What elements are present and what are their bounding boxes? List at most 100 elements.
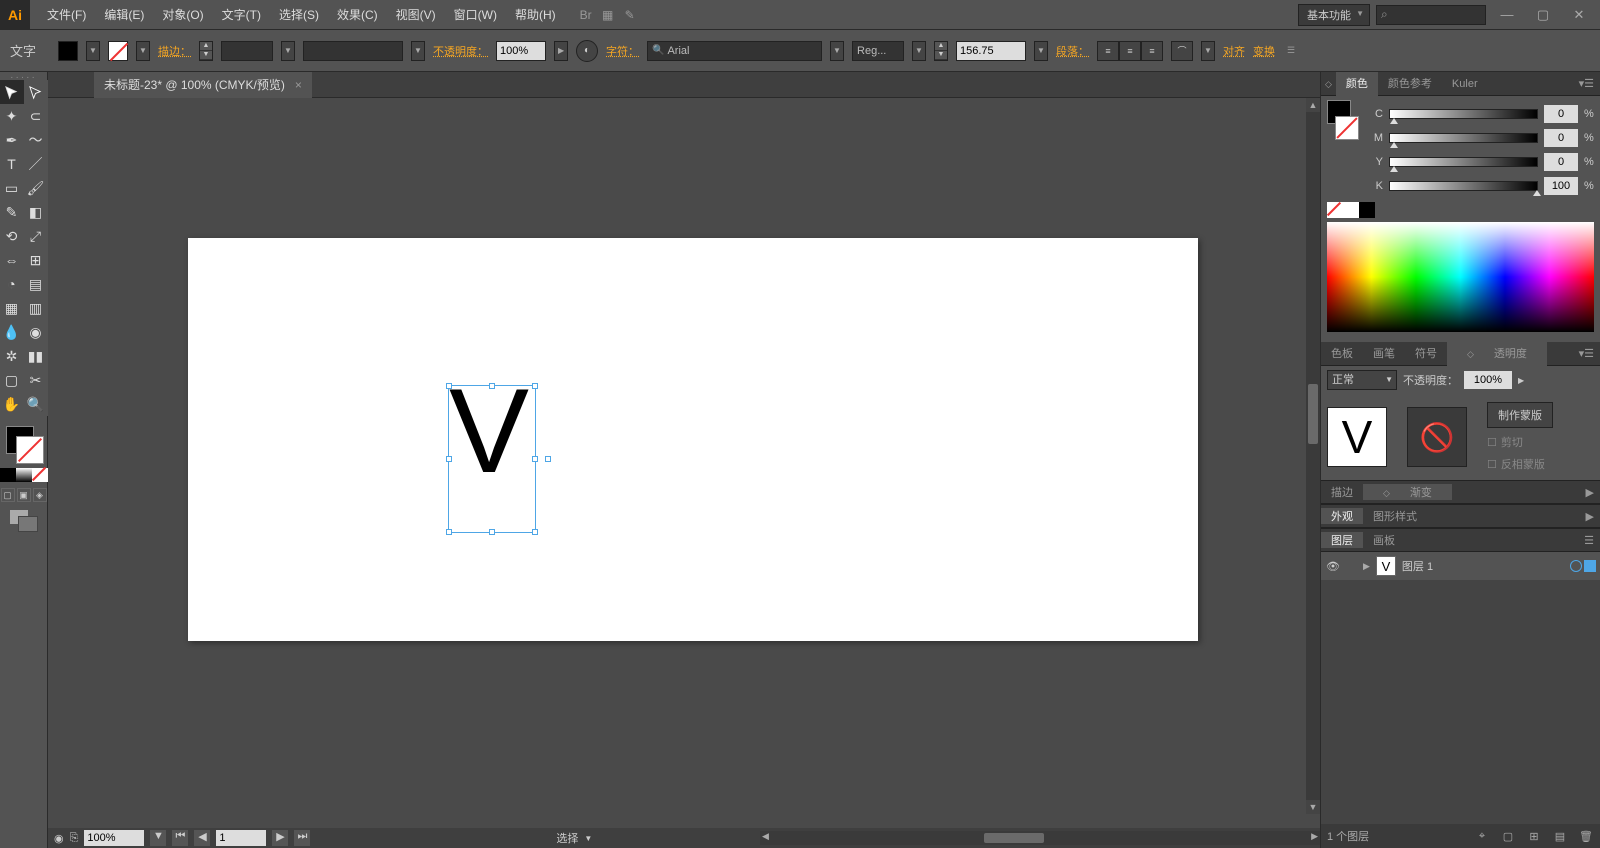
menu-file[interactable]: 文件(F) xyxy=(38,0,95,30)
text-object-selection[interactable]: V xyxy=(448,385,536,533)
zoom-dropdown[interactable]: ▼ xyxy=(150,830,166,846)
character-link[interactable]: 字符： xyxy=(606,43,639,59)
window-maximize[interactable]: ▢ xyxy=(1528,4,1558,26)
opacity-field[interactable]: 100% xyxy=(496,41,546,61)
k-value[interactable]: 100 xyxy=(1544,177,1578,195)
screen-overlap-icon[interactable] xyxy=(10,510,38,532)
tab-graphic-styles[interactable]: 图形样式 xyxy=(1363,508,1427,524)
eyedropper-tool[interactable]: 💧 xyxy=(0,320,24,344)
artboard-number-field[interactable]: 1 xyxy=(216,830,266,846)
horizontal-scrollbar[interactable]: ◀▶ xyxy=(760,831,1320,845)
tab-kuler[interactable]: Kuler xyxy=(1442,72,1488,96)
gradient-tool[interactable]: ▥ xyxy=(24,296,48,320)
warp-text-button[interactable]: ⌒ xyxy=(1171,41,1193,61)
zoom-field[interactable]: 100% xyxy=(84,830,144,846)
font-style-field[interactable]: Reg... xyxy=(852,41,904,61)
menu-edit[interactable]: 编辑(E) xyxy=(95,0,153,30)
width-tool[interactable]: ⇔ xyxy=(0,248,24,272)
graph-tool[interactable]: ▮▮ xyxy=(24,344,48,368)
nav-icon[interactable]: ◉ xyxy=(54,832,64,845)
artboard-tool[interactable]: ▢ xyxy=(0,368,24,392)
first-artboard-button[interactable]: ⏮ xyxy=(172,830,188,846)
window-close[interactable]: ✕ xyxy=(1564,4,1594,26)
collapse-left-icon[interactable]: ◇ xyxy=(1321,72,1336,96)
panel-menu-icon[interactable]: ▾☰ xyxy=(1573,72,1600,96)
vertical-scrollbar[interactable]: ▲▼ xyxy=(1306,98,1320,814)
font-family-field[interactable]: Arial xyxy=(647,41,822,61)
help-search-input[interactable]: ⌕ xyxy=(1376,5,1486,25)
bridge-icon[interactable]: Br xyxy=(575,4,597,26)
hand-tool[interactable]: ✋ xyxy=(0,392,24,416)
font-size-field[interactable]: 156.75 xyxy=(956,41,1026,61)
color-spectrum[interactable] xyxy=(1327,222,1594,332)
m-slider[interactable] xyxy=(1389,133,1538,143)
stroke-link[interactable]: 描边： xyxy=(158,43,191,59)
close-tab-icon[interactable]: × xyxy=(295,78,302,92)
stroke-swatch[interactable] xyxy=(108,41,128,61)
window-minimize[interactable]: — xyxy=(1492,4,1522,26)
stroke-profile-field[interactable] xyxy=(303,41,403,61)
stroke-weight-stepper[interactable]: ▲▼ xyxy=(199,41,213,61)
tab-brushes[interactable]: 画笔 xyxy=(1363,342,1405,366)
k-slider[interactable] xyxy=(1389,181,1538,191)
arrange-docs-icon[interactable]: ▦ xyxy=(597,4,619,26)
y-value[interactable]: 0 xyxy=(1544,153,1578,171)
visibility-icon[interactable]: 👁 xyxy=(1325,560,1341,573)
fill-dropdown[interactable]: ▼ xyxy=(86,41,100,61)
stroke-dropdown[interactable]: ▼ xyxy=(136,41,150,61)
type-tool[interactable]: T xyxy=(0,152,24,176)
make-mask-button[interactable]: 制作蒙版 xyxy=(1487,402,1553,428)
document-tab[interactable]: 未标题-23* @ 100% (CMYK/预览) × xyxy=(94,72,312,98)
rectangle-tool[interactable]: ▭ xyxy=(0,176,24,200)
last-artboard-button[interactable]: ⏭ xyxy=(294,830,310,846)
prev-artboard-button[interactable]: ◀ xyxy=(194,830,210,846)
menu-select[interactable]: 选择(S) xyxy=(270,0,328,30)
pencil-tool[interactable]: ✎ xyxy=(0,200,24,224)
tab-gradient[interactable]: ◇渐变 xyxy=(1363,484,1452,500)
selection-tool[interactable] xyxy=(0,80,24,104)
locate-icon[interactable]: ⌖ xyxy=(1474,830,1490,843)
opacity-value[interactable]: 100% xyxy=(1464,371,1512,389)
stroke-weight-field[interactable] xyxy=(221,41,273,61)
perspective-tool[interactable]: ▤ xyxy=(24,272,48,296)
color-mode-chips[interactable] xyxy=(0,468,48,482)
direct-selection-tool[interactable] xyxy=(24,80,48,104)
make-clipping-icon[interactable]: ▢ xyxy=(1500,830,1516,843)
layer-item[interactable]: 👁 ▶ V 图层 1 xyxy=(1321,552,1600,580)
zoom-tool[interactable]: 🔍 xyxy=(24,392,48,416)
menu-effect[interactable]: 效果(C) xyxy=(328,0,387,30)
new-sublayer-icon[interactable]: ⊞ xyxy=(1526,830,1542,843)
new-layer-icon[interactable]: ▤ xyxy=(1552,830,1568,843)
slice-tool[interactable]: ✂ xyxy=(24,368,48,392)
tab-artboards[interactable]: 画板 xyxy=(1363,532,1405,548)
eraser-tool[interactable]: ◧ xyxy=(24,200,48,224)
c-value[interactable]: 0 xyxy=(1544,105,1578,123)
scale-tool[interactable]: ⤢ xyxy=(24,224,48,248)
blend-mode-dropdown[interactable]: 正常 xyxy=(1327,370,1397,390)
rotate-tool[interactable]: ⟲ xyxy=(0,224,24,248)
expand-icon[interactable]: ▶ xyxy=(1580,510,1600,523)
disclosure-icon[interactable]: ▶ xyxy=(1363,561,1370,572)
paintbrush-tool[interactable]: 🖌 xyxy=(24,176,48,200)
fill-stroke-colors[interactable] xyxy=(2,422,46,466)
align-left-button[interactable]: ≡ xyxy=(1097,41,1119,61)
pen-tool[interactable]: ✒ xyxy=(0,128,24,152)
fill-swatch[interactable] xyxy=(58,41,78,61)
tab-color-guide[interactable]: 颜色参考 xyxy=(1378,72,1442,96)
expand-icon[interactable]: ▶ xyxy=(1580,486,1600,499)
panel-menu-icon[interactable]: ☰ xyxy=(1578,534,1600,547)
free-transform-tool[interactable]: ⊞ xyxy=(24,248,48,272)
menu-view[interactable]: 视图(V) xyxy=(387,0,445,30)
delete-layer-icon[interactable]: 🗑 xyxy=(1578,830,1594,843)
magic-wand-tool[interactable]: ✦ xyxy=(0,104,24,128)
clip-checkbox[interactable]: ☐剪切 xyxy=(1487,434,1553,450)
target-icon[interactable] xyxy=(1570,560,1582,572)
align-link[interactable]: 对齐 xyxy=(1223,43,1245,59)
recolor-button[interactable]: ◐ xyxy=(576,40,598,62)
align-center-button[interactable]: ≡ xyxy=(1119,41,1141,61)
next-artboard-button[interactable]: ▶ xyxy=(272,830,288,846)
curvature-tool[interactable]: 〜 xyxy=(24,128,48,152)
workspace-switcher[interactable]: 基本功能 xyxy=(1298,4,1370,26)
menu-object[interactable]: 对象(O) xyxy=(153,0,212,30)
screen-mode-buttons[interactable]: ▢▣◈ xyxy=(1,488,47,502)
